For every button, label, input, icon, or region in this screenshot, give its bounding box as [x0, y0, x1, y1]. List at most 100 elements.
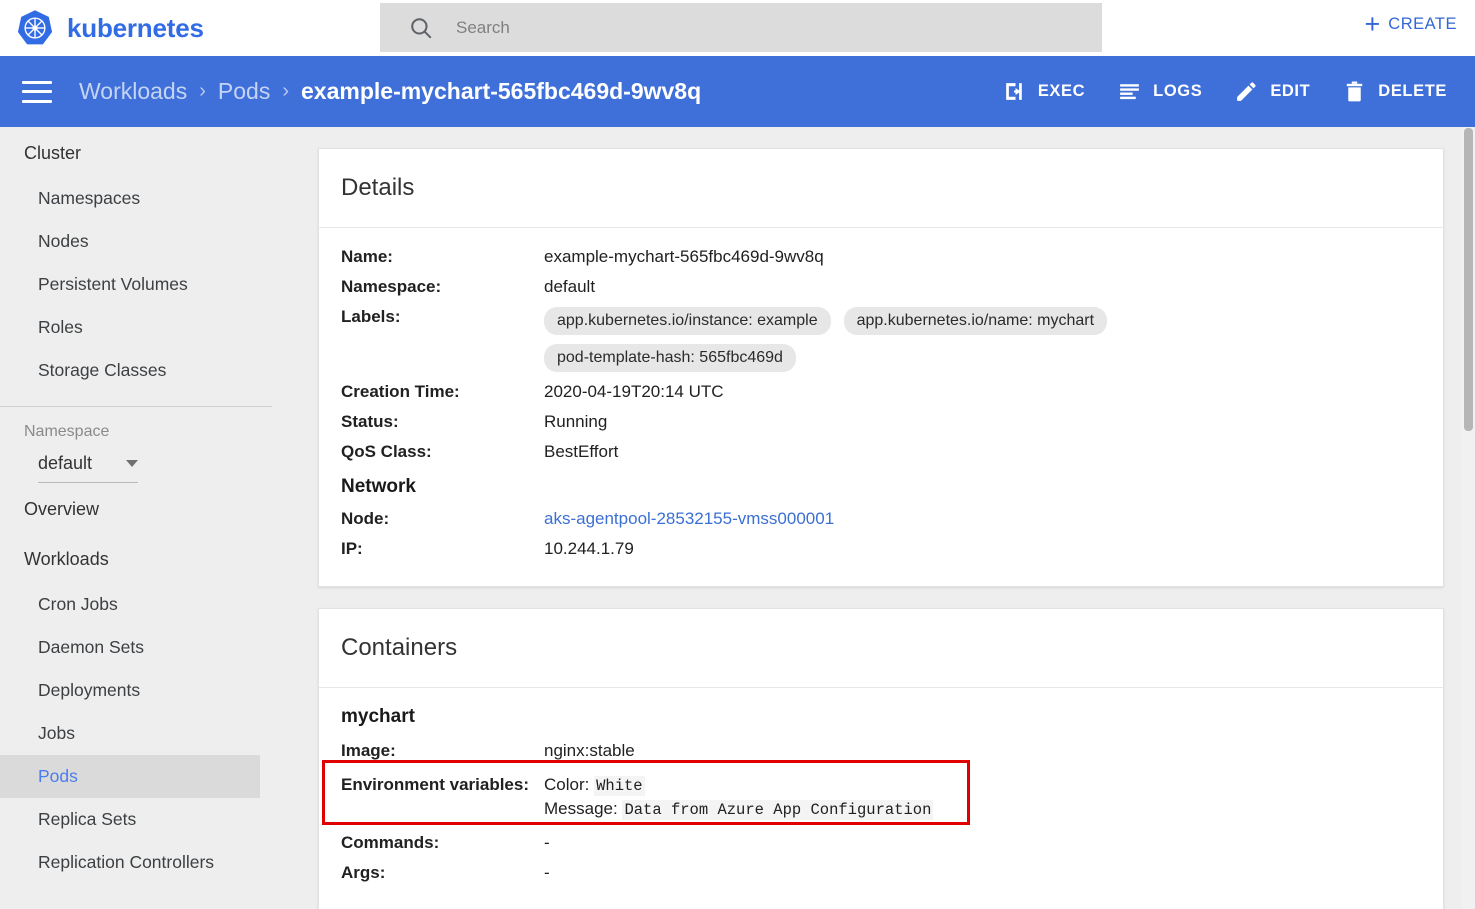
- env-var-name: Message:: [544, 799, 618, 818]
- page-scrollbar[interactable]: [1462, 127, 1475, 909]
- status-badge: Running: [544, 412, 608, 431]
- details-row-creation-time: Creation Time: 2020-04-19T20:14 UTC: [319, 377, 1443, 407]
- namespace-label: Namespace: [24, 423, 110, 440]
- toolbar-actions: EXEC LOGS EDIT DELETE: [986, 71, 1463, 112]
- details-card-body: Name: example-mychart-565fbc469d-9wv8q N…: [319, 228, 1443, 586]
- details-status-key: Status:: [341, 412, 399, 431]
- details-namespace-key: Namespace:: [341, 277, 442, 296]
- containers-card-title: Containers: [319, 609, 1443, 688]
- sidebar-heading-cluster: Cluster: [24, 143, 82, 163]
- details-node-key: Node:: [341, 509, 390, 528]
- breadcrumb-item-pods[interactable]: Pods: [218, 78, 270, 105]
- search-input[interactable]: [456, 12, 1016, 43]
- sidebar-item-deployments[interactable]: Deployments: [0, 669, 297, 712]
- exec-icon: [1005, 83, 1022, 100]
- env-var-value: Data from Azure App Configuration: [622, 800, 934, 820]
- details-name-value: example-mychart-565fbc469d-9wv8q: [544, 247, 824, 266]
- brand-name: kubernetes: [67, 12, 204, 43]
- app-header: kubernetes + CREATE: [0, 0, 1475, 56]
- env-var-item: Message: Data from Azure App Configurati…: [544, 799, 934, 820]
- trash-icon: [1347, 81, 1363, 102]
- sidebar-item-cron-jobs[interactable]: Cron Jobs: [0, 583, 297, 626]
- exec-button[interactable]: EXEC: [986, 71, 1101, 112]
- details-network-heading: Network: [341, 476, 416, 497]
- containers-card-body: mychart Image: nginx:stable Environment …: [319, 688, 1443, 909]
- edit-button[interactable]: EDIT: [1218, 71, 1326, 112]
- details-labels-key: Labels:: [341, 307, 401, 326]
- container-commands-value: -: [544, 833, 550, 852]
- main-content: Details Name: example-mychart-565fbc469d…: [297, 127, 1475, 909]
- sidebar-item-daemon-sets[interactable]: Daemon Sets: [0, 626, 297, 669]
- container-row-image: Image: nginx:stable: [319, 736, 1443, 766]
- sidebar-item-storage-classes[interactable]: Storage Classes: [0, 349, 297, 392]
- context-toolbar: Workloads › Pods › example-mychart-565fb…: [0, 56, 1475, 127]
- chevron-down-icon: [126, 460, 138, 467]
- sidebar-heading-overview[interactable]: Overview: [0, 483, 297, 533]
- create-button-label: CREATE: [1388, 15, 1457, 33]
- sidebar-item-nodes[interactable]: Nodes: [0, 220, 297, 263]
- label-chip: app.kubernetes.io/name: mychart: [843, 307, 1108, 335]
- page-scrollbar-thumb[interactable]: [1464, 128, 1473, 431]
- env-var-list: Color: White Message: Data from Azure Ap…: [544, 775, 934, 820]
- delete-button[interactable]: DELETE: [1326, 71, 1463, 112]
- details-row-labels: Labels: app.kubernetes.io/instance: exam…: [319, 302, 1443, 377]
- details-ip-key: IP:: [341, 539, 363, 558]
- logs-button[interactable]: LOGS: [1101, 71, 1218, 112]
- search-icon: [411, 17, 432, 38]
- details-row-status: Status: Running: [319, 407, 1443, 437]
- details-row-node: Node: aks-agentpool-28532155-vmss000001: [319, 504, 1443, 534]
- details-creation-value: 2020-04-19T20:14 UTC: [544, 382, 724, 401]
- details-ip-value: 10.244.1.79: [544, 539, 634, 558]
- env-var-value: White: [594, 776, 645, 796]
- sidebar-item-persistent-volumes[interactable]: Persistent Volumes: [0, 263, 297, 306]
- container-args-value: -: [544, 863, 550, 882]
- create-button[interactable]: + CREATE: [1365, 11, 1457, 38]
- container-row-env-vars: Environment variables: Color: White Mess…: [319, 766, 1443, 828]
- sidebar-heading-workloads[interactable]: Workloads: [0, 533, 297, 583]
- kubernetes-logo-icon: [17, 10, 53, 45]
- label-chip-list: app.kubernetes.io/instance: example app.…: [544, 307, 1184, 372]
- container-args-key: Args:: [341, 863, 386, 882]
- details-row-qos: QoS Class: BestEffort: [319, 437, 1443, 467]
- label-chip: pod-template-hash: 565fbc469d: [544, 344, 796, 372]
- details-row-name: Name: example-mychart-565fbc469d-9wv8q: [319, 242, 1443, 272]
- hamburger-menu-icon[interactable]: [22, 80, 52, 103]
- sidebar-item-pods[interactable]: Pods: [0, 755, 260, 798]
- namespace-select-value: default: [38, 453, 93, 473]
- namespace-select[interactable]: default: [38, 453, 138, 483]
- edit-button-label: EDIT: [1270, 82, 1311, 100]
- breadcrumb-item-workloads[interactable]: Workloads: [79, 78, 187, 105]
- sidebar-item-replication-controllers[interactable]: Replication Controllers: [0, 841, 297, 884]
- plus-icon: +: [1364, 9, 1381, 39]
- exec-button-label: EXEC: [1037, 82, 1086, 100]
- node-link[interactable]: aks-agentpool-28532155-vmss000001: [544, 509, 834, 528]
- container-row-commands: Commands: -: [319, 828, 1443, 858]
- env-var-item: Color: White: [544, 775, 933, 796]
- details-qos-key: QoS Class:: [341, 442, 432, 461]
- logs-icon: [1120, 84, 1140, 100]
- delete-button-label: DELETE: [1378, 82, 1447, 100]
- sidebar-item-replica-sets[interactable]: Replica Sets: [0, 798, 297, 841]
- sidebar-item-jobs[interactable]: Jobs: [0, 712, 297, 755]
- container-env-key: Environment variables:: [341, 775, 530, 794]
- details-row-namespace: Namespace: default: [319, 272, 1443, 302]
- details-row-ip: IP: 10.244.1.79: [319, 534, 1443, 564]
- logs-button-label: LOGS: [1153, 82, 1203, 100]
- container-name: mychart: [341, 706, 415, 727]
- sidebar: Cluster Namespaces Nodes Persistent Volu…: [0, 127, 297, 909]
- pencil-icon: [1237, 82, 1256, 101]
- container-image-key: Image:: [341, 741, 396, 760]
- details-name-key: Name:: [341, 247, 393, 266]
- sidebar-item-roles[interactable]: Roles: [0, 306, 297, 349]
- env-var-name: Color:: [544, 775, 590, 794]
- details-namespace-value: default: [544, 277, 596, 296]
- details-card: Details Name: example-mychart-565fbc469d…: [318, 148, 1444, 587]
- label-chip: app.kubernetes.io/instance: example: [544, 307, 831, 335]
- container-image-value: nginx:stable: [544, 741, 635, 760]
- container-row-args: Args: -: [319, 858, 1443, 888]
- search-bar[interactable]: [380, 3, 1102, 52]
- brand: kubernetes: [0, 7, 204, 49]
- breadcrumb-separator: ›: [199, 80, 206, 102]
- details-creation-key: Creation Time:: [341, 382, 460, 401]
- sidebar-item-namespaces[interactable]: Namespaces: [0, 177, 297, 220]
